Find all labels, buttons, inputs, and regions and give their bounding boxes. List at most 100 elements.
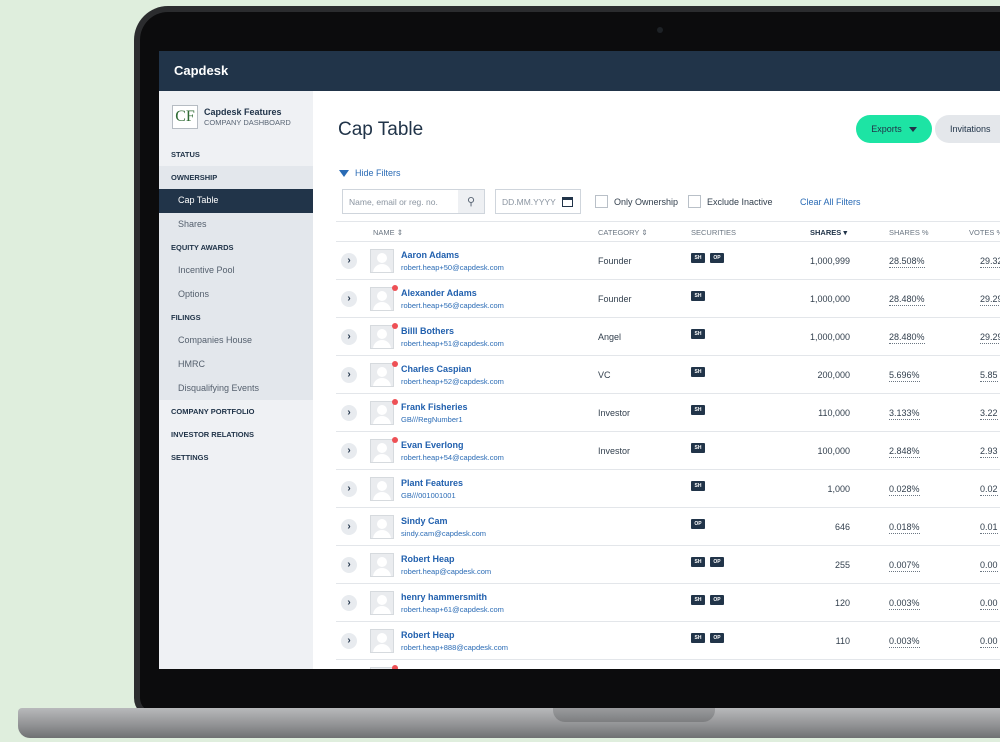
holder-name[interactable]: mac Johnson [401,668,459,669]
expand-row-icon[interactable]: › [341,595,357,611]
holder-name[interactable]: Charles Caspian [401,364,472,374]
column-name-header[interactable]: NAME ⇕ [373,228,403,237]
table-row[interactable]: › Billl Bothers robert.heap+51@capdesk.com… [336,318,1000,356]
company-subtitle: COMPANY DASHBOARD [204,118,291,127]
expand-row-icon[interactable]: › [341,633,357,649]
column-category-header[interactable]: CATEGORY ⇕ [598,228,648,237]
expand-row-icon[interactable]: › [341,291,357,307]
sidebar-item-equity-awards[interactable]: EQUITY AWARDS [159,236,313,260]
sidebar-item-options[interactable]: Options [159,282,313,307]
search-icon: ⚲ [466,196,476,208]
holder-email[interactable]: robert.heap+61@capdesk.com [401,605,504,614]
holder-name[interactable]: Alexander Adams [401,288,477,298]
app-logo[interactable]: Capdesk [174,63,228,78]
holder-name[interactable]: Plant Features [401,478,463,488]
search-button[interactable]: ⚲ [458,190,484,213]
hide-filters-toggle[interactable]: Hide Filters [339,168,401,178]
only-ownership-checkbox[interactable]: Only Ownership [595,195,678,208]
holder-name[interactable]: Aaron Adams [401,250,459,260]
sidebar-item-shares[interactable]: Shares [159,212,313,237]
sidebar-item-cap-table[interactable]: Cap Table [159,189,313,213]
expand-row-icon[interactable]: › [341,519,357,535]
expand-row-icon[interactable]: › [341,557,357,573]
exports-button[interactable]: Exports [856,115,932,143]
alert-dot-icon [392,323,398,329]
table-row[interactable]: › Charles Caspian robert.heap+52@capdesk.c… [336,356,1000,394]
holder-votes-pct: 0.02 [980,484,998,496]
sidebar-item-incentive-pool[interactable]: Incentive Pool [159,259,313,283]
holder-shares-pct: 3.133% [889,408,920,420]
expand-row-icon[interactable]: › [341,481,357,497]
holder-email[interactable]: robert.heap+51@capdesk.com [401,339,504,348]
sidebar-item-companies-house[interactable]: Companies House [159,329,313,353]
holder-email[interactable]: GB///RegNumber1 [401,415,463,424]
date-input[interactable] [496,196,558,207]
holder-email[interactable]: robert.heap+888@capdesk.com [401,643,508,652]
sidebar-item-investor-relations[interactable]: INVESTOR RELATIONS [159,423,313,446]
table-row[interactable]: › Plant Features GB///001001001 SH 1,000 0.02… [336,470,1000,508]
securities-badges: SH OP [691,557,729,567]
holder-votes-pct: 29.29 [980,294,1000,306]
holder-email[interactable]: robert.heap+56@capdesk.com [401,301,504,310]
expand-row-icon[interactable]: › [341,443,357,459]
checkbox-box[interactable] [595,195,608,208]
holder-email[interactable]: robert.heap+54@capdesk.com [401,453,504,462]
table-row[interactable]: › Sindy Cam sindy.cam@capdesk.com OP 646 0.01… [336,508,1000,546]
search-field: ⚲ [342,189,485,214]
invitations-button[interactable]: Invitations [935,115,1000,143]
clear-filters-link[interactable]: Clear All Filters [800,197,861,207]
holder-email[interactable]: GB///001001001 [401,491,456,500]
holder-shares: 1,000 [827,484,850,494]
sidebar-item-filings[interactable]: FILINGS [159,306,313,330]
sidebar-item-company-portfolio[interactable]: COMPANY PORTFOLIO [159,400,313,423]
table-row[interactable]: › Frank Fisheries GB///RegNumber1 Investor S… [336,394,1000,432]
expand-row-icon[interactable]: › [341,329,357,345]
holder-email[interactable]: sindy.cam@capdesk.com [401,529,486,538]
table-row[interactable]: › henry hammersmith robert.heap+61@capdesk… [336,584,1000,622]
calendar-icon[interactable] [562,196,573,207]
holder-name[interactable]: Robert Heap [401,554,455,564]
search-input[interactable] [343,190,458,213]
holder-name[interactable]: henry hammersmith [401,592,487,602]
column-shares-header[interactable]: SHARES ▾ [810,228,847,237]
exclude-inactive-checkbox[interactable]: Exclude Inactive [688,195,773,208]
security-badge: SH [691,633,705,643]
table-row[interactable]: › Evan Everlong robert.heap+54@capdesk.com… [336,432,1000,470]
avatar [370,477,394,501]
holder-name[interactable]: Sindy Cam [401,516,448,526]
table-row[interactable]: › Robert Heap robert.heap+888@capdesk.com S… [336,622,1000,660]
sidebar-item-disqualifying-events[interactable]: Disqualifying Events [159,376,313,401]
table-row[interactable]: › Alexander Adams robert.heap+56@capdesk.c… [336,280,1000,318]
holder-name[interactable]: Billl Bothers [401,326,454,336]
holder-category: Investor [598,446,631,456]
holder-email[interactable]: robert.heap@capdesk.com [401,567,491,576]
table-row[interactable]: › Robert Heap robert.heap@capdesk.com SH OP 2… [336,546,1000,584]
securities-badges: SH [691,291,710,301]
company-switcher[interactable]: CF Capdesk Features COMPANY DASHBOARD [172,105,291,129]
table-row[interactable]: ›mac Johnson [336,660,1000,669]
main-content: Cap Table Exports Invitations Hide Filte… [313,91,1000,669]
expand-row-icon[interactable]: › [341,253,357,269]
sidebar-item-hmrc[interactable]: HMRC [159,352,313,377]
app-screen: Capdesk CF Capdesk Features COMPANY DASH… [159,51,1000,669]
sidebar-item-settings[interactable]: SETTINGS [159,446,313,469]
avatar [370,401,394,425]
expand-row-icon[interactable]: › [341,367,357,383]
holder-name[interactable]: Evan Everlong [401,440,464,450]
holder-shares: 255 [834,560,850,570]
holder-shares: 1,000,000 [809,332,850,342]
holder-votes-pct: 0.00 [980,560,998,572]
expand-row-icon[interactable]: › [341,405,357,421]
sidebar-item-ownership[interactable]: OWNERSHIP [159,166,313,189]
holder-email[interactable]: robert.heap+50@capdesk.com [401,263,504,272]
holder-name[interactable]: Robert Heap [401,630,455,640]
holder-email[interactable]: robert.heap+52@capdesk.com [401,377,504,386]
avatar [370,553,394,577]
top-bar: Capdesk [159,51,1000,91]
sidebar-item-status[interactable]: STATUS [159,143,313,166]
table-row[interactable]: › Aaron Adams robert.heap+50@capdesk.com Fo… [336,242,1000,280]
holder-name[interactable]: Frank Fisheries [401,402,468,412]
securities-badges: SH OP [691,595,729,605]
checkbox-box[interactable] [688,195,701,208]
security-badge: SH [691,367,705,377]
